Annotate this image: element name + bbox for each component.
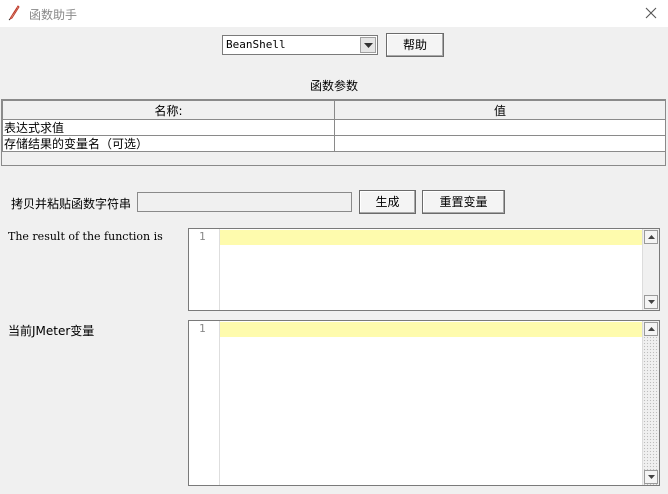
jmeter-variables-label: 当前JMeter变量: [8, 324, 95, 338]
function-string-field[interactable]: [137, 192, 352, 212]
vertical-scrollbar[interactable]: [642, 321, 659, 485]
feather-pen-icon: [7, 5, 21, 21]
result-text-area[interactable]: 1: [188, 228, 660, 311]
param-value-cell[interactable]: [334, 119, 666, 136]
current-line-highlight: [220, 230, 643, 245]
scroll-up-icon[interactable]: [644, 230, 658, 244]
help-button[interactable]: 帮助: [386, 33, 444, 57]
scroll-down-icon[interactable]: [644, 470, 658, 484]
close-icon[interactable]: [642, 4, 660, 22]
jmeter-variables-text-area[interactable]: 1: [188, 320, 660, 486]
result-label: The result of the function is: [8, 230, 163, 243]
param-value-cell[interactable]: [334, 135, 666, 152]
line-number: 1: [199, 322, 206, 335]
function-select[interactable]: BeanShell: [222, 35, 378, 55]
vertical-scrollbar[interactable]: [642, 229, 659, 310]
generate-button[interactable]: 生成: [359, 190, 416, 214]
scroll-up-icon[interactable]: [644, 322, 658, 336]
table-row[interactable]: 表达式求值: [2, 119, 666, 136]
line-gutter: 1: [189, 321, 220, 485]
function-select-value: BeanShell: [226, 38, 286, 51]
params-section-title: 函数参数: [309, 79, 358, 93]
chevron-down-icon[interactable]: [360, 37, 376, 53]
line-number: 1: [199, 230, 206, 243]
column-header-name[interactable]: 名称:: [2, 100, 335, 120]
current-line-highlight: [220, 322, 643, 337]
table-row[interactable]: 存储结果的变量名（可选）: [2, 135, 666, 152]
scroll-down-icon[interactable]: [644, 295, 658, 309]
function-string-label: 拷贝并粘贴函数字符串: [11, 197, 132, 211]
params-table: 名称: 值 表达式求值 存储结果的变量名（可选）: [1, 99, 666, 166]
param-name-cell[interactable]: 表达式求值: [2, 119, 335, 136]
param-name-cell[interactable]: 存储结果的变量名（可选）: [2, 135, 335, 152]
title-bar: 函数助手: [0, 0, 668, 27]
reset-variables-button[interactable]: 重置变量: [422, 190, 505, 214]
line-gutter: 1: [189, 229, 220, 310]
window-title: 函数助手: [29, 8, 78, 22]
column-header-value[interactable]: 值: [334, 100, 666, 120]
